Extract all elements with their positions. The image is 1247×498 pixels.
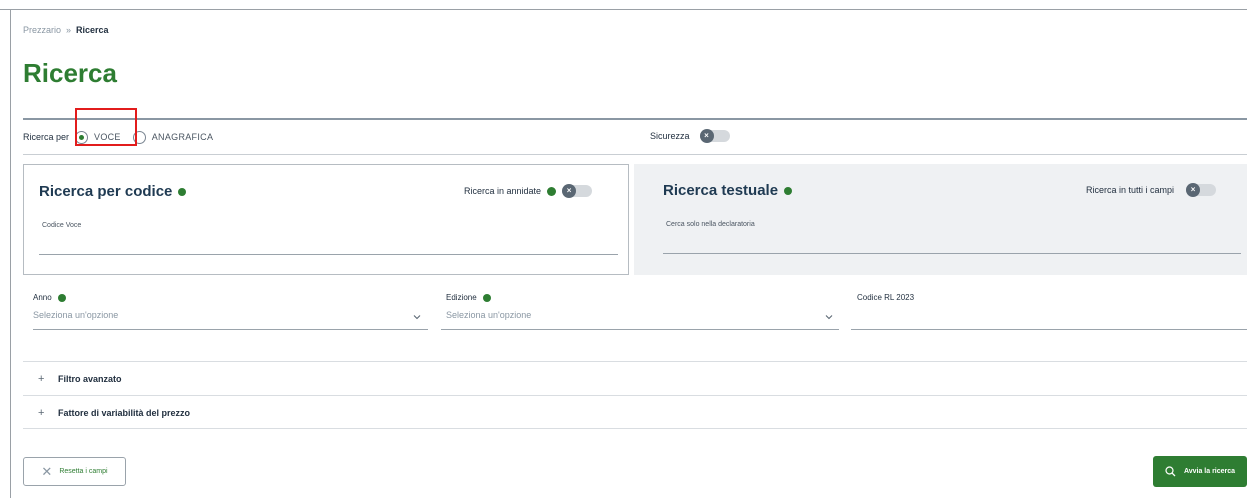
chevron-down-icon[interactable]: [825, 313, 833, 321]
declaratoria-input[interactable]: [663, 253, 1241, 254]
reset-button[interactable]: ✕ Resetta i campi: [23, 457, 126, 486]
highlight-annotation-box: [75, 108, 137, 146]
anno-label-row: Anno: [33, 293, 118, 302]
annidate-switch-group: Ricerca in annidate ×: [464, 184, 593, 198]
breadcrumb-separator: »: [66, 25, 72, 35]
codice-rl-label: Codice RL 2023: [857, 293, 915, 302]
edizione-label: Edizione: [446, 293, 477, 302]
tutti-campi-switch-group: Ricerca in tutti i campi ×: [1086, 183, 1217, 197]
chevron-down-icon[interactable]: [413, 313, 421, 321]
tutti-campi-toggle[interactable]: ×: [1186, 183, 1217, 197]
accordion-fattore-variabilita[interactable]: + Fattore di variabilità del prezzo: [23, 395, 1247, 429]
edizione-select-value[interactable]: Seleziona un'opzione: [446, 310, 531, 320]
anno-filter[interactable]: Anno Seleziona un'opzione: [33, 293, 118, 320]
edizione-select-underline: [441, 329, 839, 330]
radio-anagrafica[interactable]: ANAGRAFICA: [132, 130, 214, 144]
codice-rl-filter[interactable]: Codice RL 2023: [857, 293, 914, 302]
anno-select-underline: [33, 329, 428, 330]
sicurezza-group: Sicurezza ×: [650, 129, 730, 143]
accordion-label[interactable]: Fattore di variabilità del prezzo: [58, 408, 190, 418]
search-mode-label: Ricerca per: [23, 132, 70, 142]
anno-select-value[interactable]: Seleziona un'opzione: [33, 310, 118, 320]
window-left-border: [10, 10, 11, 498]
mode-divider: [23, 154, 1247, 155]
breadcrumb-current: Ricerca: [76, 25, 109, 35]
text-search-title: Ricerca testuale: [663, 182, 779, 199]
radio-anagrafica-label[interactable]: ANAGRAFICA: [152, 132, 214, 142]
codice-rl-input[interactable]: [851, 329, 1247, 330]
toggle-off-icon: ×: [1186, 183, 1201, 197]
accordion-divider: [23, 428, 1247, 429]
info-dot-icon[interactable]: [178, 187, 187, 196]
accordion-filtro-avanzato[interactable]: + Filtro avanzato: [23, 361, 1247, 395]
accordion-label[interactable]: Filtro avanzato: [58, 374, 122, 384]
annidate-toggle[interactable]: ×: [562, 184, 593, 198]
plus-icon[interactable]: +: [38, 407, 58, 419]
codice-voce-input[interactable]: [39, 254, 618, 255]
plus-icon[interactable]: +: [38, 373, 58, 385]
search-icon: [1165, 466, 1176, 477]
breadcrumb: Prezzario » Ricerca: [23, 25, 109, 35]
codice-rl-label-row: Codice RL 2023: [857, 293, 914, 302]
breadcrumb-parent[interactable]: Prezzario: [23, 25, 61, 35]
tutti-campi-switch-label: Ricerca in tutti i campi: [1086, 185, 1175, 195]
info-dot-icon[interactable]: [482, 293, 491, 302]
sicurezza-label: Sicurezza: [650, 131, 690, 141]
annidate-switch-label: Ricerca in annidate: [464, 186, 542, 196]
page-title: Ricerca: [23, 58, 117, 88]
declaratoria-label: Cerca solo nella declaratoria: [666, 221, 755, 228]
code-search-title: Ricerca per codice: [39, 183, 173, 200]
toggle-off-icon: ×: [699, 129, 714, 143]
info-dot-icon[interactable]: [547, 186, 557, 196]
anno-label: Anno: [33, 293, 52, 302]
code-search-card: Ricerca per codice Ricerca in annidate ×…: [23, 164, 629, 275]
codice-voce-label: Codice Voce: [42, 222, 82, 229]
window-top-border: [0, 0, 1247, 10]
text-search-card: Ricerca testuale Ricerca in tutti i camp…: [634, 164, 1247, 275]
info-dot-icon[interactable]: [784, 186, 793, 195]
info-dot-icon[interactable]: [57, 293, 66, 302]
text-search-title-row: Ricerca testuale: [663, 182, 793, 199]
search-button[interactable]: Avvia la ricerca: [1153, 456, 1247, 487]
header-divider: [23, 118, 1247, 120]
toggle-off-icon: ×: [562, 184, 577, 198]
sicurezza-toggle[interactable]: ×: [699, 129, 730, 143]
edizione-filter[interactable]: Edizione Seleziona un'opzione: [446, 293, 531, 320]
close-icon: ✕: [41, 463, 53, 479]
reset-button-label[interactable]: Resetta i campi: [59, 468, 107, 475]
code-search-title-row: Ricerca per codice: [39, 183, 187, 200]
edizione-label-row: Edizione: [446, 293, 531, 302]
search-button-label[interactable]: Avvia la ricerca: [1184, 468, 1235, 475]
